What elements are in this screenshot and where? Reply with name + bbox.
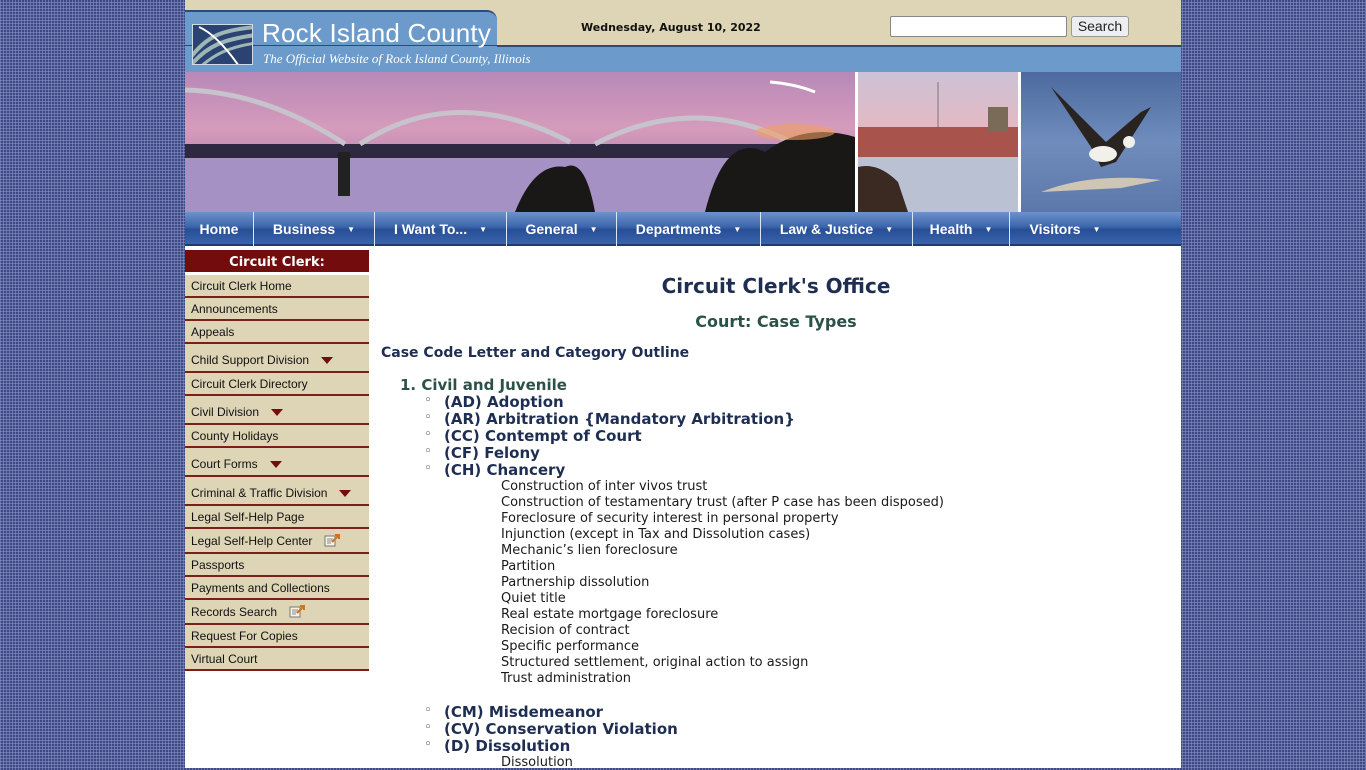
nav-general[interactable]: General ▼ — [507, 212, 617, 246]
site-header: Rock Island County The Official Website … — [185, 0, 1181, 72]
case-category: (AD) Adoption — [424, 393, 564, 411]
sidebar-item-legal-self-help-center[interactable]: Legal Self-Help Center — [185, 529, 369, 554]
external-link-icon — [324, 534, 341, 547]
case-category: (CF) Felony — [424, 444, 540, 462]
chevron-down-icon: ▼ — [885, 224, 894, 234]
current-date: Wednesday, August 10, 2022 — [581, 21, 761, 34]
sidebar-item-county-holidays[interactable]: County Holidays — [185, 425, 369, 448]
case-subitem: Structured settlement, original action t… — [501, 655, 809, 670]
nav-visitors[interactable]: Visitors ▼ — [1010, 212, 1120, 246]
sidebar-item-announcements[interactable]: Announcements — [185, 298, 369, 321]
sidebar-item-criminal-traffic-division[interactable]: Criminal & Traffic Division — [185, 477, 369, 506]
sidebar-item-request-for-copies[interactable]: Request For Copies — [185, 625, 369, 648]
dropdown-triangle-icon[interactable] — [339, 489, 352, 497]
case-category: (CV) Conservation Violation — [424, 720, 678, 738]
chevron-down-icon: ▼ — [984, 224, 993, 234]
nav-health[interactable]: Health ▼ — [913, 212, 1010, 246]
case-category: (D) Dissolution — [424, 737, 570, 755]
case-subitem: Real estate mortgage foreclosure — [501, 607, 719, 622]
site-subtitle: The Official Website of Rock Island Coun… — [263, 51, 531, 66]
case-subitem: Mechanic’s lien foreclosure — [501, 543, 678, 558]
sidebar-item-passports[interactable]: Passports — [185, 554, 369, 577]
bridge-sunset-photo — [185, 72, 855, 212]
case-subitem: Injunction (except in Tax and Dissolutio… — [501, 527, 811, 542]
case-subitem: Trust administration — [501, 671, 632, 686]
chevron-down-icon: ▼ — [733, 224, 742, 234]
case-subitem: Foreclosure of security interest in pers… — [501, 511, 839, 526]
case-subitem: Partnership dissolution — [501, 575, 650, 590]
sidebar-item-child-support-division[interactable]: Child Support Division — [185, 344, 369, 373]
case-category: (CM) Misdemeanor — [424, 703, 603, 721]
outline-heading: Case Code Letter and Category Outline — [381, 345, 690, 361]
sidebar-item-payments-and-collections[interactable]: Payments and Collections — [185, 577, 369, 600]
sidebar-item-court-forms[interactable]: Court Forms — [185, 448, 369, 477]
case-subitem: Quiet title — [501, 591, 566, 606]
dropdown-triangle-icon[interactable] — [269, 460, 282, 468]
chevron-down-icon: ▼ — [589, 224, 598, 234]
banner — [185, 72, 1181, 212]
page-title: Circuit Clerk's Office — [661, 274, 891, 298]
case-category: (CC) Contempt of Court — [424, 427, 642, 445]
nav-i-want-to[interactable]: I Want To... ▼ — [375, 212, 507, 246]
sidebar-item-circuit-clerk-home[interactable]: Circuit Clerk Home — [185, 275, 369, 298]
case-category: (CH) Chancery — [424, 461, 565, 479]
chevron-down-icon: ▼ — [479, 224, 488, 234]
sidebar-item-legal-self-help-page[interactable]: Legal Self-Help Page — [185, 506, 369, 529]
site-title[interactable]: Rock Island County — [262, 18, 491, 49]
chevron-down-icon: ▼ — [347, 224, 356, 234]
sidebar-item-records-search[interactable]: Records Search — [185, 600, 369, 625]
search-input[interactable] — [890, 16, 1067, 37]
sidebar-item-circuit-clerk-directory[interactable]: Circuit Clerk Directory — [185, 373, 369, 396]
case-subitem: Construction of inter vivos trust — [501, 479, 708, 494]
nav-departments[interactable]: Departments ▼ — [617, 212, 761, 246]
main-nav: Home Business ▼ I Want To... ▼ General ▼ De… — [185, 212, 1181, 246]
case-category: (AR) Arbitration {Mandatory Arbitration} — [424, 410, 795, 428]
search-button[interactable]: Search — [1071, 16, 1129, 37]
dropdown-triangle-icon[interactable] — [321, 356, 334, 364]
nav-law-justice[interactable]: Law & Justice ▼ — [761, 212, 913, 246]
sidebar: Circuit Clerk: Circuit Clerk Home Announ… — [185, 250, 369, 671]
dropdown-triangle-icon[interactable] — [271, 408, 284, 416]
chevron-down-icon: ▼ — [1092, 224, 1101, 234]
sidebar-item-virtual-court[interactable]: Virtual Court — [185, 648, 369, 671]
case-subitem: Partition — [501, 559, 556, 574]
case-subitem: Specific performance — [501, 639, 639, 654]
case-subitem: Construction of testamentary trust (afte… — [501, 495, 944, 510]
page-wrapper: Rock Island County The Official Website … — [185, 0, 1181, 770]
nav-business[interactable]: Business ▼ — [254, 212, 375, 246]
external-link-icon — [289, 605, 306, 618]
sidebar-item-civil-division[interactable]: Civil Division — [185, 396, 369, 425]
section-heading: 1. Civil and Juvenile — [400, 376, 567, 394]
case-subitem: Recision of contract — [501, 623, 630, 638]
river-waves-logo-icon[interactable] — [192, 24, 253, 65]
bald-eagle-photo — [1021, 72, 1181, 212]
lock-and-dam-photo — [858, 72, 1018, 212]
sidebar-heading: Circuit Clerk: — [185, 250, 369, 275]
sidebar-item-appeals[interactable]: Appeals — [185, 321, 369, 344]
page-subtitle: Court: Case Types — [695, 312, 857, 331]
nav-home[interactable]: Home — [185, 212, 254, 246]
